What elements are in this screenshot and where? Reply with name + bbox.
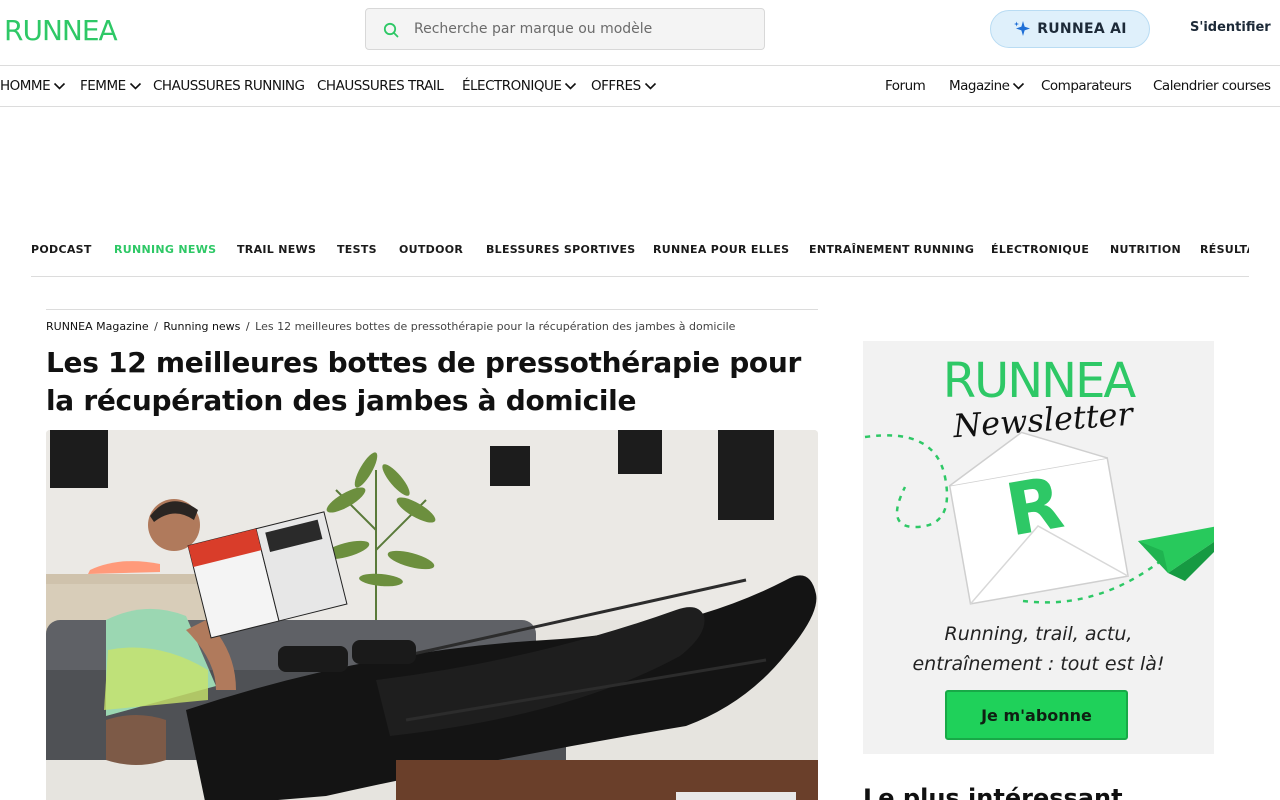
runnea-ai-label: RUNNEA AI: [1037, 21, 1127, 37]
breadcrumb-current: Les 12 meilleures bottes de pressothérap…: [255, 320, 736, 333]
category-tests[interactable]: TESTS: [337, 243, 377, 256]
nav-item-label: OFFRES: [591, 78, 641, 94]
nav-item-label: Forum: [885, 78, 926, 94]
hero-image: [46, 430, 818, 800]
chevron-down-icon: [129, 82, 141, 90]
nav-item-label: ÉLECTRONIQUE: [462, 78, 562, 94]
article-title-line-2: la récupération des jambes à domicile: [46, 384, 637, 417]
newsletter-tagline: Running, trail, actu, entraînement : tou…: [863, 619, 1214, 679]
runnea-logo[interactable]: RUNNEA: [4, 14, 118, 47]
nav-item-calendrier-courses[interactable]: Calendrier courses: [1153, 78, 1271, 94]
nav-item-label: HOMME: [0, 78, 51, 94]
envelope-illustration: R: [864, 431, 1214, 605]
nav-item-homme[interactable]: HOMME: [0, 78, 66, 94]
chevron-down-icon: [644, 82, 656, 90]
search-icon: [383, 22, 399, 38]
newsletter-tagline-line-1: Running, trail, actu,: [944, 623, 1133, 645]
nav-item-comparateurs[interactable]: Comparateurs: [1041, 78, 1132, 94]
nav-item-label: Comparateurs: [1041, 78, 1132, 94]
category-entrainement-running[interactable]: ENTRAÎNEMENT RUNNING: [809, 243, 974, 256]
category-running-news[interactable]: RUNNING NEWS: [114, 243, 216, 256]
category-trail-news[interactable]: TRAIL NEWS: [237, 243, 316, 256]
nav-item-chaussures-running[interactable]: CHAUSSURES RUNNING: [153, 78, 305, 94]
nav-item-offres[interactable]: OFFRES: [591, 78, 657, 94]
category-outdoor[interactable]: OUTDOOR: [399, 243, 463, 256]
article-title-line-1: Les 12 meilleures bottes de pressothérap…: [46, 346, 802, 379]
chevron-down-icon: [565, 82, 577, 90]
newsletter-subscribe-button[interactable]: Je m'abonne: [945, 690, 1128, 740]
login-link[interactable]: S'identifier: [1190, 20, 1271, 35]
nav-item-label: CHAUSSURES TRAIL: [317, 78, 444, 94]
search-input[interactable]: [414, 9, 754, 49]
nav-item-forum[interactable]: Forum: [885, 78, 926, 94]
search-bar[interactable]: [365, 8, 765, 50]
nav-item-label: Magazine: [949, 78, 1010, 94]
category-runnea-pour-elles[interactable]: RUNNEA POUR ELLES: [653, 243, 789, 256]
breadcrumb: RUNNEA Magazine / Running news / Les 12 …: [46, 320, 818, 333]
category-navigation: PODCAST RUNNING NEWS TRAIL NEWS TESTS OU…: [31, 228, 1249, 277]
chevron-down-icon: [54, 82, 66, 90]
hero-photo-runner-with-compression-boots: [46, 430, 818, 800]
category-electronique[interactable]: ÉLECTRONIQUE: [991, 243, 1089, 256]
category-nutrition[interactable]: NUTRITION: [1110, 243, 1181, 256]
runnea-ai-button[interactable]: RUNNEA AI: [990, 10, 1150, 48]
breadcrumb-separator: /: [154, 320, 158, 333]
site-header: RUNNEA RUNNEA AI S'identifier: [0, 0, 1280, 66]
breadcrumb-separator: /: [245, 320, 250, 333]
sparkle-icon: [1014, 21, 1031, 36]
nav-item-label: FEMME: [80, 78, 126, 94]
nav-item-chaussures-trail[interactable]: CHAUSSURES TRAIL: [317, 78, 444, 94]
nav-item-label: CHAUSSURES RUNNING: [153, 78, 305, 94]
sidebar-section-heading: Le plus intéressant: [863, 784, 1123, 800]
breadcrumb-link-magazine[interactable]: RUNNEA Magazine: [46, 320, 149, 333]
article-title: Les 12 meilleures bottes de pressothérap…: [46, 344, 826, 420]
newsletter-banner[interactable]: RUNNEA Newsletter R Running, trail, actu…: [863, 341, 1214, 754]
chevron-down-icon: [1013, 82, 1025, 90]
category-blessures-sportives[interactable]: BLESSURES SPORTIVES: [486, 243, 635, 256]
breadcrumb-link-running-news[interactable]: Running news: [163, 320, 240, 333]
category-podcast[interactable]: PODCAST: [31, 243, 92, 256]
ad-space: [0, 107, 1280, 227]
category-resultats[interactable]: RÉSULTA: [1200, 243, 1249, 256]
nav-item-femme[interactable]: FEMME: [80, 78, 142, 94]
nav-item-magazine[interactable]: Magazine: [949, 78, 1025, 94]
nav-item-label: Calendrier courses: [1153, 78, 1271, 94]
main-navigation: HOMME FEMME CHAUSSURES RUNNING CHAUSSURE…: [0, 66, 1280, 107]
nav-item-electronique[interactable]: ÉLECTRONIQUE: [462, 78, 577, 94]
article: RUNNEA Magazine / Running news / Les 12 …: [46, 309, 818, 800]
newsletter-tagline-line-2: entraînement : tout est là!: [912, 653, 1165, 675]
